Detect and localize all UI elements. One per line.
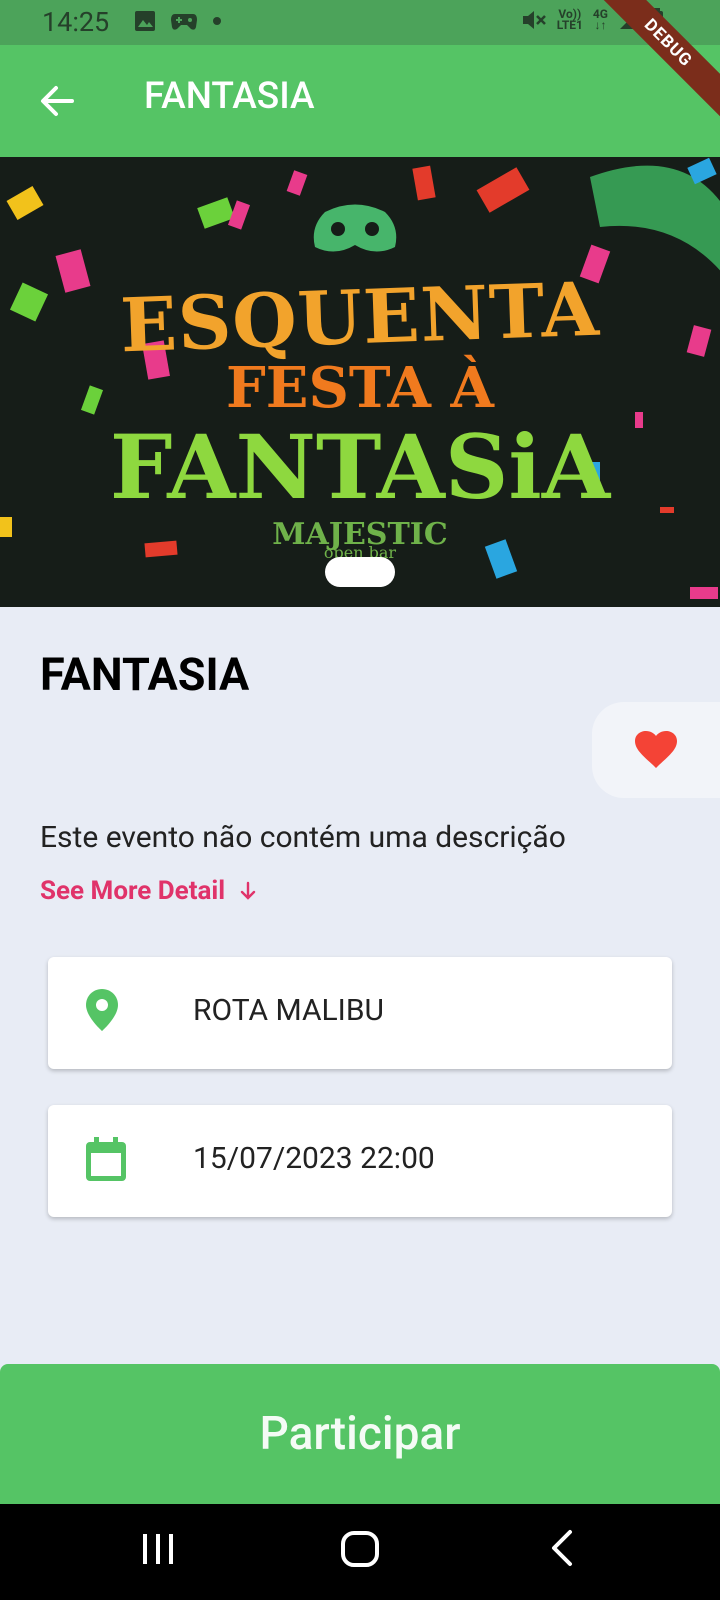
favorite-button[interactable] bbox=[592, 702, 720, 798]
participar-button[interactable]: Participar bbox=[0, 1364, 720, 1504]
mute-icon bbox=[522, 11, 546, 29]
event-description: Este evento não contém uma descrição bbox=[40, 820, 566, 855]
status-time: 14:25 bbox=[42, 6, 110, 38]
home-icon[interactable] bbox=[340, 1528, 380, 1568]
system-nav-bar bbox=[0, 1504, 720, 1600]
banner-text-line2: FESTA À bbox=[226, 355, 494, 421]
back-nav-icon[interactable] bbox=[548, 1528, 576, 1568]
datetime-text: 15/07/2023 22:00 bbox=[193, 1141, 435, 1176]
banner-text-line3: FANTASiA bbox=[109, 415, 611, 519]
location-pin-icon bbox=[86, 989, 118, 1031]
see-more-detail-link[interactable]: See More Detail bbox=[40, 876, 257, 906]
dot-icon bbox=[213, 17, 221, 25]
event-banner-carousel[interactable]: ESQUENTA FESTA À FANTASiA MAJESTIC open … bbox=[0, 157, 720, 607]
location-card[interactable]: ROTA MALIBU bbox=[48, 957, 672, 1069]
app-bar: FANTASIA bbox=[0, 45, 720, 157]
game-controller-icon bbox=[171, 14, 197, 30]
date-card[interactable]: 15/07/2023 22:00 bbox=[48, 1105, 672, 1217]
arrow-left-icon bbox=[41, 86, 74, 116]
arrow-down-icon bbox=[240, 881, 256, 900]
image-icon bbox=[135, 11, 155, 31]
status-notification-icons bbox=[134, 10, 222, 32]
heart-icon bbox=[635, 731, 677, 768]
see-more-label: See More Detail bbox=[40, 876, 226, 906]
back-button[interactable] bbox=[36, 79, 80, 123]
data-arrows-icon: ↓↑ bbox=[594, 18, 607, 32]
app-bar-title: FANTASIA bbox=[144, 75, 315, 118]
lte-label: LTE1 bbox=[556, 18, 583, 32]
carousel-indicator bbox=[325, 557, 395, 587]
location-text: ROTA MALIBU bbox=[193, 993, 384, 1028]
event-title: FANTASIA bbox=[40, 648, 250, 701]
recent-apps-icon[interactable] bbox=[140, 1528, 176, 1568]
calendar-icon bbox=[86, 1137, 126, 1181]
